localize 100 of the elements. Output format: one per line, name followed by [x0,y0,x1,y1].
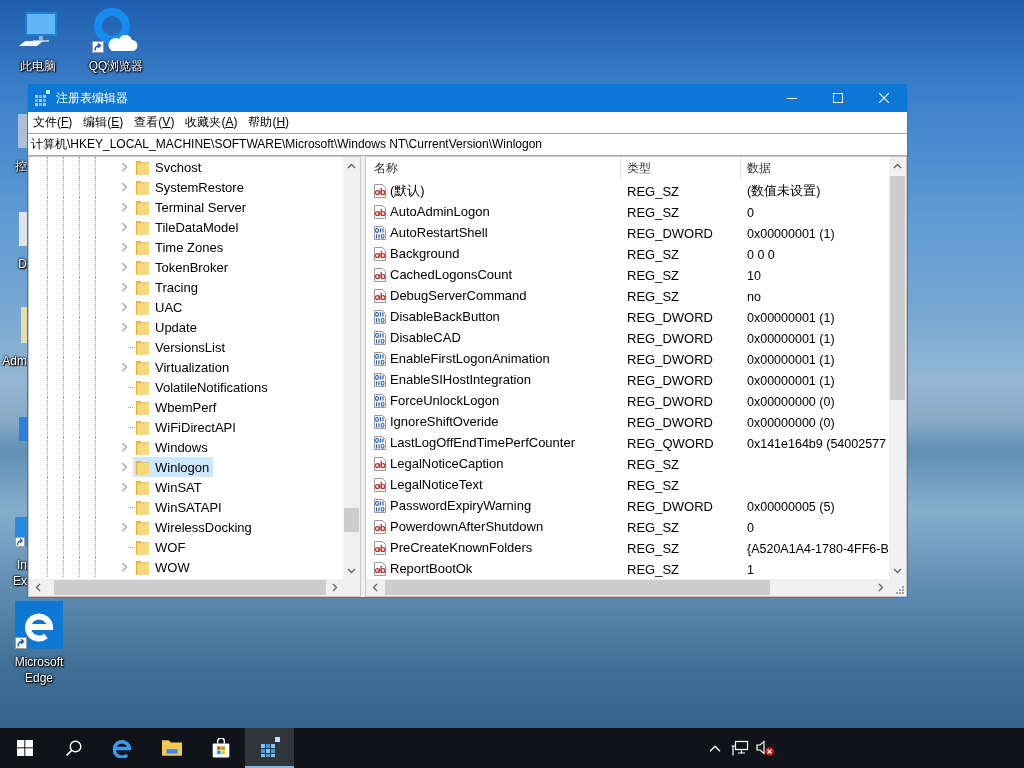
tree-item[interactable]: Update [133,317,201,337]
value-data: 0 [747,520,754,535]
tree-item[interactable]: UAC [133,297,187,317]
value-type: REG_DWORD [627,225,713,241]
tree-item[interactable]: WiFiDirectAPI [133,417,240,437]
string-value-icon [372,518,388,535]
string-value-icon [372,476,388,493]
folder-icon [136,199,149,215]
value-name: (默认) [390,181,425,200]
value-name: LegalNoticeCaption [390,456,504,471]
tree-item[interactable]: TokenBroker [133,257,232,277]
tree-item[interactable]: Terminal Server [133,197,251,217]
network-icon[interactable] [730,740,749,756]
value-type: REG_QWORD [627,435,714,451]
value-type: REG_DWORD [627,414,713,430]
menu-item[interactable]: 编辑(E) [78,112,130,133]
address-bar[interactable]: 计算机\HKEY_LOCAL_MACHINE\SOFTWARE\Microsoft\Windows NT\CurrentVersion\Winlogon [28,133,907,156]
string-value-icon [372,455,388,472]
search-icon [65,740,82,756]
tree-item[interactable]: WinSAT [133,477,206,497]
folder-icon [136,339,149,355]
folder-icon [136,519,149,535]
tree-item[interactable]: WinSATAPI [133,497,226,517]
chevron-right-icon[interactable] [331,583,338,592]
value-data: 0x00000001 (1) [747,331,835,346]
string-value-icon [372,182,388,199]
binary-value-icon [372,329,388,346]
tree-item[interactable]: WOF [133,537,190,557]
tree-item[interactable]: Virtualization [133,357,234,377]
menu-item[interactable]: 查看(V) [129,112,181,133]
tree-item[interactable]: Tracing [133,277,202,297]
value-data: 0 0 0 [747,247,775,262]
tree-item[interactable]: Winlogon [133,457,214,477]
icon-label[interactable]: 此电脑 [20,58,56,74]
value-name: LastLogOffEndTimePerfCounter [390,435,575,450]
tree-item[interactable]: WOW [133,557,194,577]
value-data: (数值未设置) [747,184,821,198]
e-logo-icon[interactable] [15,601,63,649]
tree-item[interactable]: VersionsList [133,337,230,357]
binary-value-icon [372,497,388,514]
folder-icon [136,299,149,315]
value-name: IgnoreShiftOveride [390,414,499,429]
start-icon [16,740,33,756]
tree-item[interactable]: Time Zones [133,237,228,257]
icon-label[interactable]: QQ浏览器 [88,58,144,74]
scroll-thumb[interactable] [344,508,359,532]
icon-label[interactable]: Microsoft Edge [7,654,71,686]
value-name: DisableCAD [390,330,461,345]
value-data: 0x00000000 (0) [747,415,835,430]
maximize-icon [833,93,843,103]
taskbar-button[interactable] [245,728,294,768]
menu-item[interactable]: 文件(F) [28,112,79,133]
value-name: PowerdownAfterShutdown [390,519,544,534]
menu-item[interactable]: 收藏夹(A) [180,112,244,133]
window-title: 注册表编辑器 [56,89,128,107]
resize-grip-icon[interactable] [895,585,904,594]
value-type: REG_SZ [627,561,679,577]
folder-icon [136,359,149,375]
value-type: REG_SZ [627,519,679,535]
monitor-icon[interactable] [19,12,57,46]
close-icon [879,93,889,103]
value-data: 1 [747,562,754,577]
value-type: REG_SZ [627,540,679,556]
cubes-icon [259,737,280,757]
tree-item[interactable]: TileDataModel [133,217,243,237]
speaker-muted-icon[interactable] [755,740,774,756]
string-value-icon [372,245,388,262]
value-name: PasswordExpiryWarning [390,498,532,513]
value-type: REG_SZ [627,246,679,262]
scroll-thumb[interactable] [54,580,326,595]
binary-value-icon [372,224,388,241]
chevron-left-icon[interactable] [371,583,378,592]
chevron-left-icon[interactable] [34,583,41,592]
minimize-icon [787,97,797,99]
value-data: 0x00000000 (0) [747,394,835,409]
tree-item[interactable]: VolatileNotifications [133,377,272,397]
scrollbar[interactable] [889,157,906,579]
scroll-thumb[interactable] [385,580,770,595]
folder-icon [136,179,149,195]
tree-item[interactable]: WirelessDocking [133,517,256,537]
scrollbar[interactable] [343,157,360,579]
menu-item[interactable]: 帮助(H) [243,112,296,133]
value-name: EnableSIHostIntegration [390,372,531,387]
tree-item[interactable]: SystemRestore [133,177,248,197]
value-data: 10 [747,268,761,283]
scroll-thumb[interactable] [890,176,905,400]
value-data: 0 [747,205,754,220]
chevron-down-icon[interactable] [347,567,356,574]
chevron-right-icon[interactable] [877,583,884,592]
tree-item[interactable]: Windows [133,437,212,457]
tree-item[interactable]: WbemPerf [133,397,221,417]
chevron-down-icon[interactable] [893,567,902,574]
folder-icon [136,239,149,255]
tree-item[interactable]: Svchost [133,157,206,177]
ring-cloud-icon[interactable] [94,7,138,51]
folder-icon [136,379,149,395]
string-value-icon [372,539,388,556]
binary-value-icon [372,434,388,451]
folder-icon [136,219,149,235]
folder-icon [136,399,149,415]
